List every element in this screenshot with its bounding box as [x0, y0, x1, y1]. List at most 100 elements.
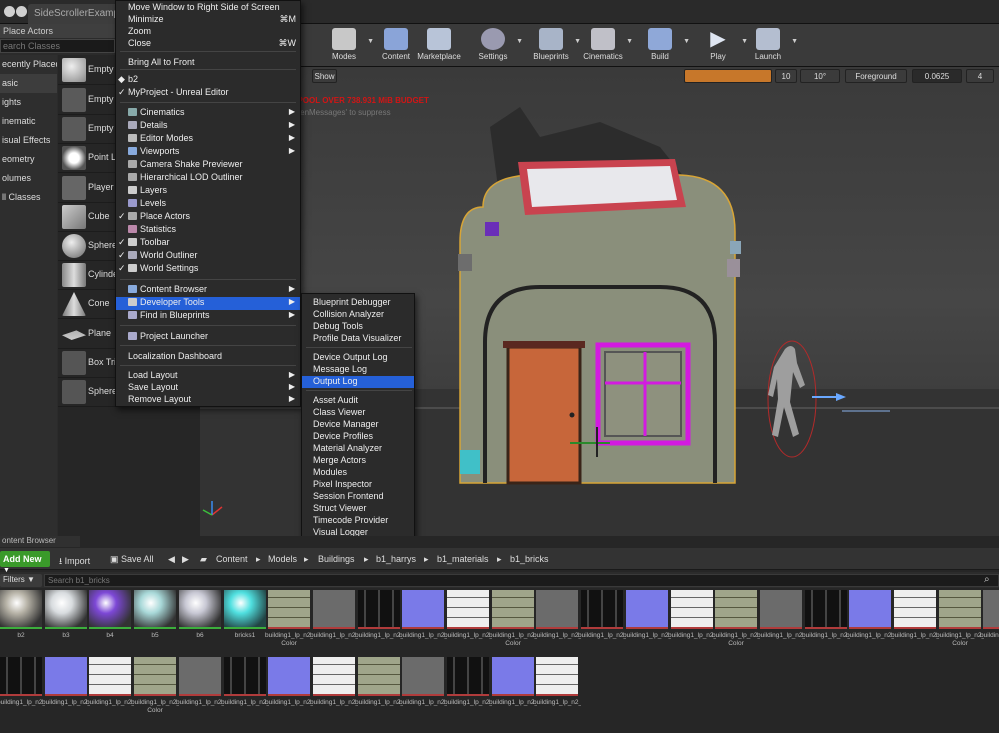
submenu-item-struct-viewer[interactable]: Struct Viewer	[302, 503, 414, 515]
menu-item-details[interactable]: Details ▶	[116, 120, 300, 133]
submenu-item-blueprint-debugger[interactable]: Blueprint Debugger	[302, 297, 414, 309]
import-button[interactable]: ⭳ Import	[59, 554, 90, 570]
menu-item-camera-shake-previewer[interactable]: Camera Shake Previewer	[116, 159, 300, 172]
asset-tile[interactable]: b6	[179, 590, 221, 654]
category-cinematic[interactable]: inematic	[0, 112, 57, 131]
asset-tile[interactable]: building1_lp_n2_b5_Metallic	[0, 657, 45, 721]
submenu-item-output-log[interactable]: Output Log	[302, 376, 414, 388]
asset-tile[interactable]: bricks1	[224, 590, 266, 654]
cinematics-button[interactable]: Cinematics ▼	[575, 24, 633, 67]
asset-tile[interactable]: building1_lp_n2_b3_Normal	[623, 590, 671, 654]
asset-tile[interactable]: building1_lp_n2_b2_Roughness	[444, 590, 492, 654]
document-tab[interactable]: SideScrollerExample	[28, 4, 120, 24]
submenu-item-timecode-provider[interactable]: Timecode Provider	[302, 515, 414, 527]
breadcrumb-models[interactable]: Models	[268, 554, 297, 564]
category-recently-placed[interactable]: ecently Placed	[0, 55, 57, 74]
back-button[interactable]: ◀	[168, 554, 175, 565]
search-classes-input[interactable]: earch Classes	[0, 39, 115, 53]
asset-tile[interactable]: building1_lp_n2_bricks1_BaseColor	[355, 657, 403, 721]
asset-tile[interactable]: building1_lp_n2_bricks1_Metallic	[444, 657, 492, 721]
forward-button[interactable]: ▶	[182, 554, 189, 565]
asset-tile[interactable]: building1_lp_n2_b6_Normal	[265, 657, 313, 721]
category-lights[interactable]: ights	[0, 93, 57, 112]
submenu-item-session-frontend[interactable]: Session Frontend	[302, 491, 414, 503]
save-all-button[interactable]: ▣ Save All	[110, 554, 154, 565]
asset-tile[interactable]: b2	[0, 590, 42, 654]
asset-tile[interactable]: building1_lp_n2_b5_Roughness	[86, 657, 134, 721]
menu-item-hierarchical-lod-outliner[interactable]: Hierarchical LOD Outliner	[116, 172, 300, 185]
submenu-item-asset-audit[interactable]: Asset Audit	[302, 395, 414, 407]
submenu-item-message-log[interactable]: Message Log	[302, 364, 414, 376]
menu-item-myproject-unreal-editor[interactable]: ✓ MyProject - Unreal Editor	[116, 87, 300, 100]
menu-item-content-browser[interactable]: Content Browser ▶	[116, 284, 300, 297]
content-browser-tab[interactable]: ontent Browser	[0, 536, 80, 547]
category-basic[interactable]: asic	[0, 74, 57, 93]
menu-item-localization-dashboard[interactable]: Localization Dashboard	[116, 351, 300, 364]
submenu-item-profile-data-visualizer[interactable]: Profile Data Visualizer	[302, 333, 414, 345]
menu-item-world-outliner[interactable]: ✓ World Outliner	[116, 250, 300, 263]
asset-tile[interactable]: building1_lp_n2_b4_Height	[757, 590, 805, 654]
asset-tile[interactable]: building1_lp_n2_b4_Normal	[846, 590, 894, 654]
category-volumes[interactable]: olumes	[0, 169, 57, 188]
asset-tile[interactable]: building1_lp_n2_bricks1_Height	[399, 657, 447, 721]
asset-tile[interactable]: building1_lp_n2_b6_Height	[176, 657, 224, 721]
close-window-icon[interactable]	[4, 6, 15, 17]
asset-tile[interactable]: building1_lp_n2_b3_Height	[533, 590, 581, 654]
asset-tile[interactable]: b5	[134, 590, 176, 654]
marketplace-button[interactable]: Marketplace	[411, 24, 467, 67]
breadcrumb-content[interactable]: Content	[216, 554, 248, 564]
menu-item-cinematics[interactable]: Cinematics ▶	[116, 107, 300, 120]
submenu-item-class-viewer[interactable]: Class Viewer	[302, 407, 414, 419]
breadcrumb-b1-bricks[interactable]: b1_bricks	[510, 554, 549, 564]
breadcrumb-buildings[interactable]: Buildings	[318, 554, 355, 564]
blueprints-button[interactable]: Blueprints ▼	[523, 24, 581, 67]
asset-tile[interactable]: building1_lp_n2_b6_Roughness	[310, 657, 358, 721]
menu-item-b2[interactable]: ◆ b2	[116, 74, 300, 87]
filters-button[interactable]: Filters ▼	[0, 574, 42, 587]
menu-item-find-in-blueprints[interactable]: Find in Blueprints ▶	[116, 310, 300, 323]
menu-item-project-launcher[interactable]: Project Launcher	[116, 331, 300, 344]
modes-button[interactable]: Modes ▼	[316, 24, 374, 67]
asset-tile[interactable]: building1_lp_n2_b5_Normal	[42, 657, 90, 721]
asset-tile[interactable]: building1_lp_n2_b3_Metallic	[578, 590, 626, 654]
submenu-item-device-profiles[interactable]: Device Profiles	[302, 431, 414, 443]
asset-tile[interactable]: building1_lp_n2_b2_Base Color	[265, 590, 313, 654]
launch-button[interactable]: Launch ▼	[740, 24, 798, 67]
menu-item-viewports[interactable]: Viewports ▶	[116, 146, 300, 159]
menu-item-close[interactable]: Close ⌘W	[116, 38, 300, 51]
asset-tile[interactable]: building1_lp_n2_b4_Roughness	[891, 590, 939, 654]
breadcrumb-b1-materials[interactable]: b1_materials	[437, 554, 489, 564]
minimize-window-icon[interactable]	[16, 6, 27, 17]
menu-item-remove-layout[interactable]: Remove Layout ▶	[116, 394, 300, 407]
asset-tile[interactable]: building1_lp_n2_b2_Metallic	[355, 590, 403, 654]
submenu-item-pixel-inspector[interactable]: Pixel Inspector	[302, 479, 414, 491]
menu-item-place-actors[interactable]: ✓ Place Actors	[116, 211, 300, 224]
submenu-item-device-output-log[interactable]: Device Output Log	[302, 352, 414, 364]
menu-item-levels[interactable]: Levels	[116, 198, 300, 211]
build-button[interactable]: Build ▼	[632, 24, 690, 67]
asset-tile[interactable]: building1_lp_n2_b6_Metallic	[221, 657, 269, 721]
menu-item-editor-modes[interactable]: Editor Modes ▶	[116, 133, 300, 146]
asset-tile[interactable]: building1_lp_n2_b2_Normal	[399, 590, 447, 654]
menu-item-world-settings[interactable]: ✓ World Settings	[116, 263, 300, 276]
asset-tile[interactable]: b3	[45, 590, 87, 654]
submenu-item-merge-actors[interactable]: Merge Actors	[302, 455, 414, 467]
add-new-button[interactable]: Add New ▼	[0, 551, 50, 574]
asset-tile[interactable]: building1_lp_n2_b4_Base Color	[712, 590, 760, 654]
menu-item-layers[interactable]: Layers	[116, 185, 300, 198]
asset-tile[interactable]: building1_lp_n2_b3_Roughness	[668, 590, 716, 654]
asset-tile[interactable]: building1_lp_n2_b5_Base Color	[936, 590, 984, 654]
category-all-classes[interactable]: ll Classes	[0, 188, 57, 207]
place-actors-tab[interactable]: Place Actors	[0, 24, 120, 38]
menu-item-toolbar[interactable]: ✓ Toolbar	[116, 237, 300, 250]
asset-tile[interactable]: b4	[89, 590, 131, 654]
play-button[interactable]: ▶ Play ▼	[690, 24, 748, 67]
settings-button[interactable]: Settings ▼	[465, 24, 523, 67]
menu-item-statistics[interactable]: Statistics	[116, 224, 300, 237]
asset-search-input[interactable]: Search b1_bricks	[44, 574, 999, 587]
submenu-item-collision-analyzer[interactable]: Collision Analyzer	[302, 309, 414, 321]
submenu-item-debug-tools[interactable]: Debug Tools	[302, 321, 414, 333]
submenu-item-modules[interactable]: Modules	[302, 467, 414, 479]
asset-tile[interactable]: building1_lp_n2_b2_Height	[310, 590, 358, 654]
category-visual-effects[interactable]: isual Effects	[0, 131, 57, 150]
